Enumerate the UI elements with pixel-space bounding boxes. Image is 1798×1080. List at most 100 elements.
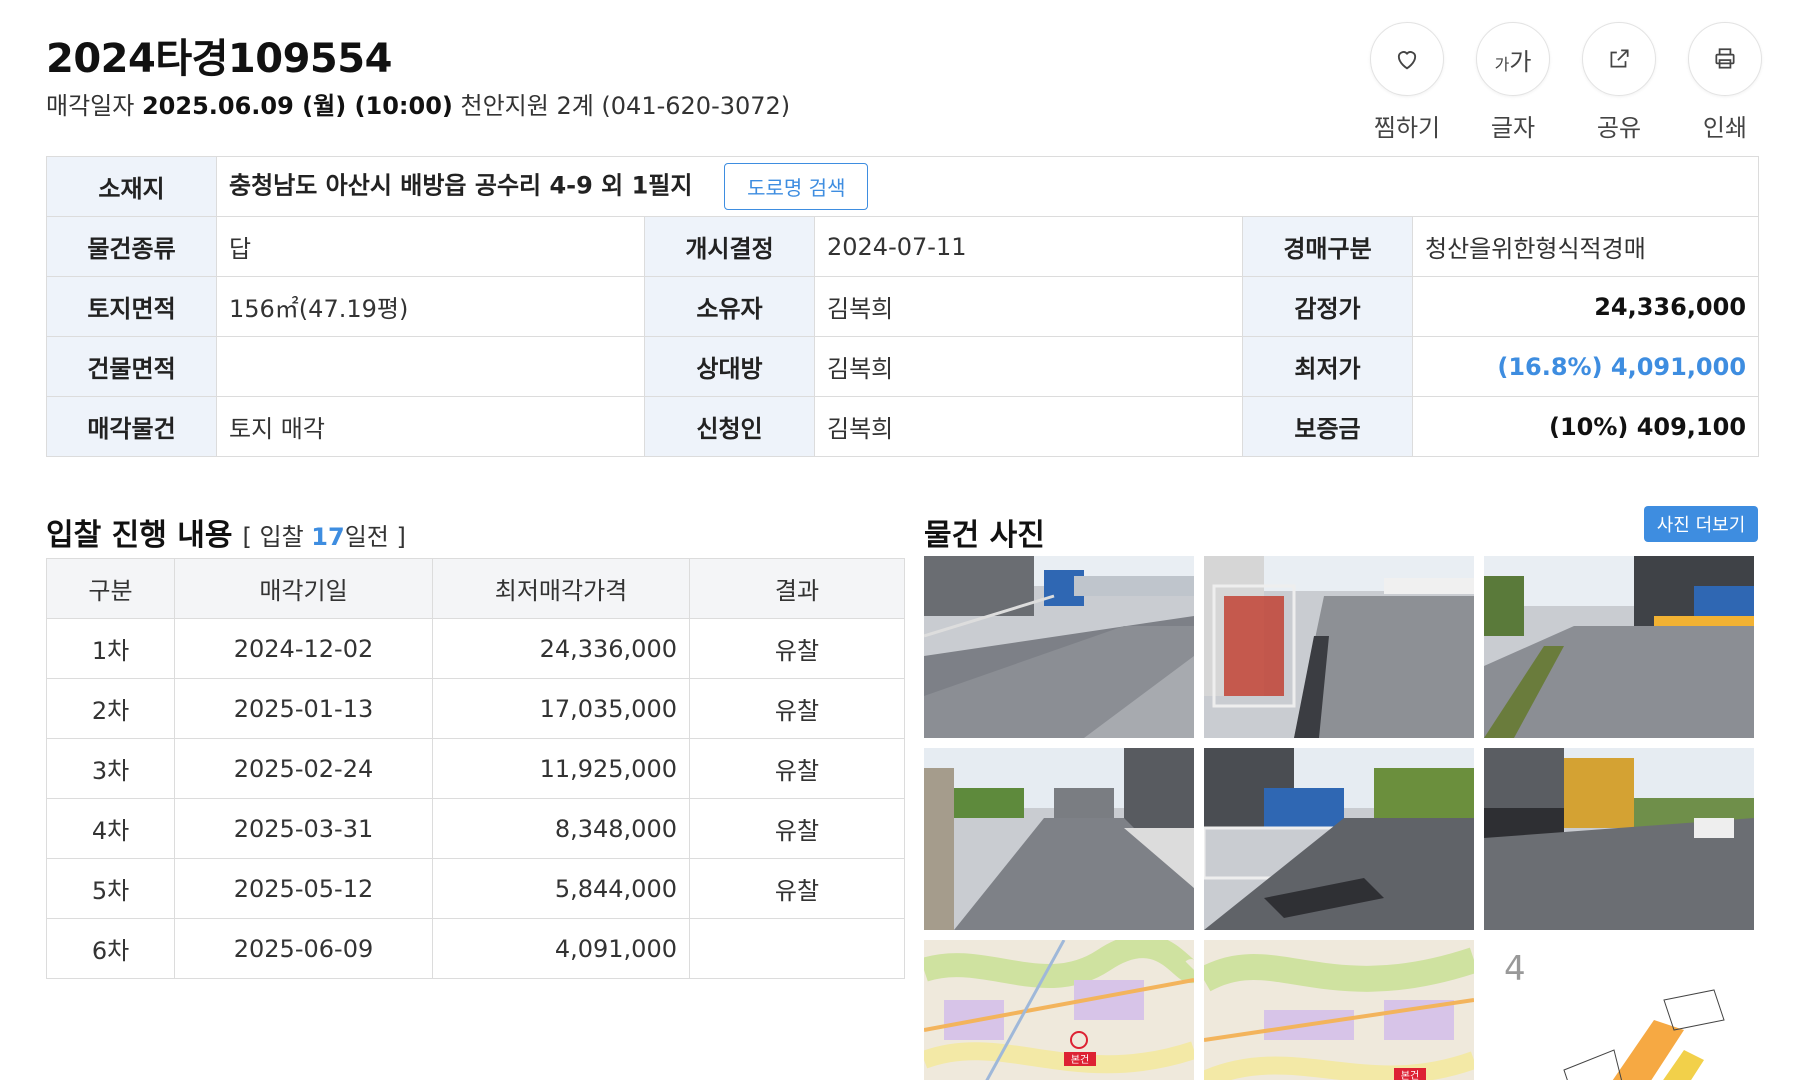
table-row: 6차 2025-06-09 4,091,000 (46, 918, 905, 979)
print-button[interactable]: 인쇄 (1688, 22, 1762, 143)
appraisal-label: 감정가 (1242, 276, 1413, 337)
font-label: 글자 (1490, 114, 1536, 142)
like-label: 찜하기 (1373, 114, 1441, 142)
bidding-title: 입찰 진행 내용 [ 입찰 17일전 ] (46, 510, 406, 554)
bidding-table: 구분 매각기일 최저매각가격 결과 1차 2024-12-02 24,336,000… (46, 558, 905, 979)
sale-date: 2025.06.09 (월) (10:00) (141, 92, 453, 120)
applicant-value: 김복희 (814, 396, 1243, 457)
map-marker-label: 본건 (1401, 1070, 1419, 1080)
table-row: 5차 2025-05-12 5,844,000 유찰 (46, 858, 905, 919)
col-round: 구분 (46, 558, 175, 619)
heart-icon[interactable] (1370, 22, 1444, 96)
owner-label: 소유자 (644, 276, 815, 337)
font-size-button[interactable]: 가가 글자 (1476, 22, 1550, 143)
type-value: 답 (216, 216, 645, 277)
land-area-value: 156㎡(47.19평) (216, 276, 645, 337)
date: 2025-06-09 (174, 918, 433, 979)
countdown-close: 일전 ] (344, 523, 406, 551)
property-photo[interactable] (924, 748, 1194, 930)
table-row: 1차 2024-12-02 24,336,000 유찰 (46, 618, 905, 679)
result: 유찰 (689, 678, 905, 739)
site-diagram[interactable]: 4 (1484, 940, 1754, 1080)
property-photo[interactable] (1204, 556, 1474, 738)
external-link-icon[interactable] (1582, 22, 1656, 96)
property-info-table: 소재지 충청남도 아산시 배방읍 공수리 4-9 외 1필지 도로명 검색 물건… (46, 156, 1760, 457)
result: 유찰 (689, 738, 905, 799)
toolbar: 찜하기 가가 글자 공유 인쇄 (1370, 22, 1762, 143)
counterpart-value: 김복희 (814, 336, 1243, 397)
auction-kind-label: 경매구분 (1242, 216, 1413, 277)
share-button[interactable]: 공유 (1582, 22, 1656, 143)
font-size-icon[interactable]: 가가 (1476, 22, 1550, 96)
property-photo[interactable] (1484, 748, 1754, 930)
date: 2025-01-13 (174, 678, 433, 739)
start-value: 2024-07-11 (814, 216, 1243, 277)
printer-icon[interactable] (1688, 22, 1762, 96)
map-marker-label: 본건 (1071, 1054, 1089, 1066)
like-button[interactable]: 찜하기 (1370, 22, 1444, 143)
more-photos-button[interactable]: 사진 더보기 (1644, 506, 1758, 542)
col-date: 매각기일 (174, 558, 433, 619)
result: 유찰 (689, 618, 905, 679)
road-search-button[interactable]: 도로명 검색 (724, 163, 869, 210)
sale-item-value: 토지 매각 (216, 396, 645, 457)
table-row: 4차 2025-03-31 8,348,000 유찰 (46, 798, 905, 859)
price: 24,336,000 (432, 618, 690, 679)
font-icon-small: 가 (1494, 54, 1510, 74)
price: 5,844,000 (432, 858, 690, 919)
case-number: 2024타경109554 (46, 36, 392, 82)
table-row: 2차 2025-01-13 17,035,000 유찰 (46, 678, 905, 739)
owner-value: 김복희 (814, 276, 1243, 337)
property-photo[interactable] (1204, 748, 1474, 930)
result: 유찰 (689, 858, 905, 919)
start-label: 개시결정 (644, 216, 815, 277)
location-map[interactable]: 본건 (924, 940, 1194, 1080)
diagram-numeral: 4 (1504, 949, 1526, 989)
round: 2차 (46, 678, 175, 739)
info-row-location: 소재지 충청남도 아산시 배방읍 공수리 4-9 외 1필지 도로명 검색 (46, 156, 1760, 217)
result (689, 918, 905, 979)
col-result: 결과 (689, 558, 905, 619)
counterpart-label: 상대방 (644, 336, 815, 397)
land-area-label: 토지면적 (46, 276, 217, 337)
price: 11,925,000 (432, 738, 690, 799)
info-row: 건물면적 상대방 김복희 최저가 (16.8%) 4,091,000 (46, 336, 1760, 397)
countdown-days: 17 (311, 523, 345, 551)
bidding-countdown: [ 입찰 17일전 ] (243, 523, 406, 551)
type-label: 물건종류 (46, 216, 217, 277)
location-label: 소재지 (46, 156, 217, 217)
photos-title: 물건 사진 (924, 518, 1045, 553)
price: 8,348,000 (432, 798, 690, 859)
price: 17,035,000 (432, 678, 690, 739)
info-row: 토지면적 156㎡(47.19평) 소유자 김복희 감정가 24,336,000 (46, 276, 1760, 337)
countdown-open: [ 입찰 (242, 523, 312, 551)
font-icon-big: 가 (1509, 47, 1532, 76)
min-price-value: (16.8%) 4,091,000 (1411, 336, 1760, 397)
property-photo[interactable] (1484, 556, 1754, 738)
date: 2025-03-31 (174, 798, 433, 859)
sale-item-label: 매각물건 (46, 396, 217, 457)
appraisal-value: 24,336,000 (1411, 276, 1760, 337)
auction-kind-value: 청산을위한형식적경매 (1411, 216, 1760, 277)
location-value: 충청남도 아산시 배방읍 공수리 4-9 외 1필지 (229, 171, 693, 200)
info-row: 물건종류 답 개시결정 2024-07-11 경매구분 청산을위한형식적경매 (46, 216, 1760, 277)
deposit-value: (10%) 409,100 (1411, 396, 1760, 457)
date: 2025-05-12 (174, 858, 433, 919)
bidding-title-text: 입찰 진행 내용 (46, 518, 233, 553)
col-min-price: 최저매각가격 (432, 558, 690, 619)
date: 2025-02-24 (174, 738, 433, 799)
min-price-label: 최저가 (1242, 336, 1413, 397)
sale-info: 매각일자 2025.06.09 (월) (10:00) 천안지원 2계 (041… (46, 86, 790, 121)
deposit-label: 보증금 (1242, 396, 1413, 457)
court-info: 천안지원 2계 (041-620-3072) (460, 92, 791, 120)
share-label: 공유 (1596, 114, 1642, 142)
round: 6차 (46, 918, 175, 979)
date: 2024-12-02 (174, 618, 433, 679)
building-area-value (216, 336, 645, 397)
print-label: 인쇄 (1702, 114, 1748, 142)
round: 1차 (46, 618, 175, 679)
location-map[interactable]: 본건 (1204, 940, 1474, 1080)
property-photo[interactable] (924, 556, 1194, 738)
info-row: 매각물건 토지 매각 신청인 김복희 보증금 (10%) 409,100 (46, 396, 1760, 457)
sale-date-label: 매각일자 (46, 92, 135, 120)
